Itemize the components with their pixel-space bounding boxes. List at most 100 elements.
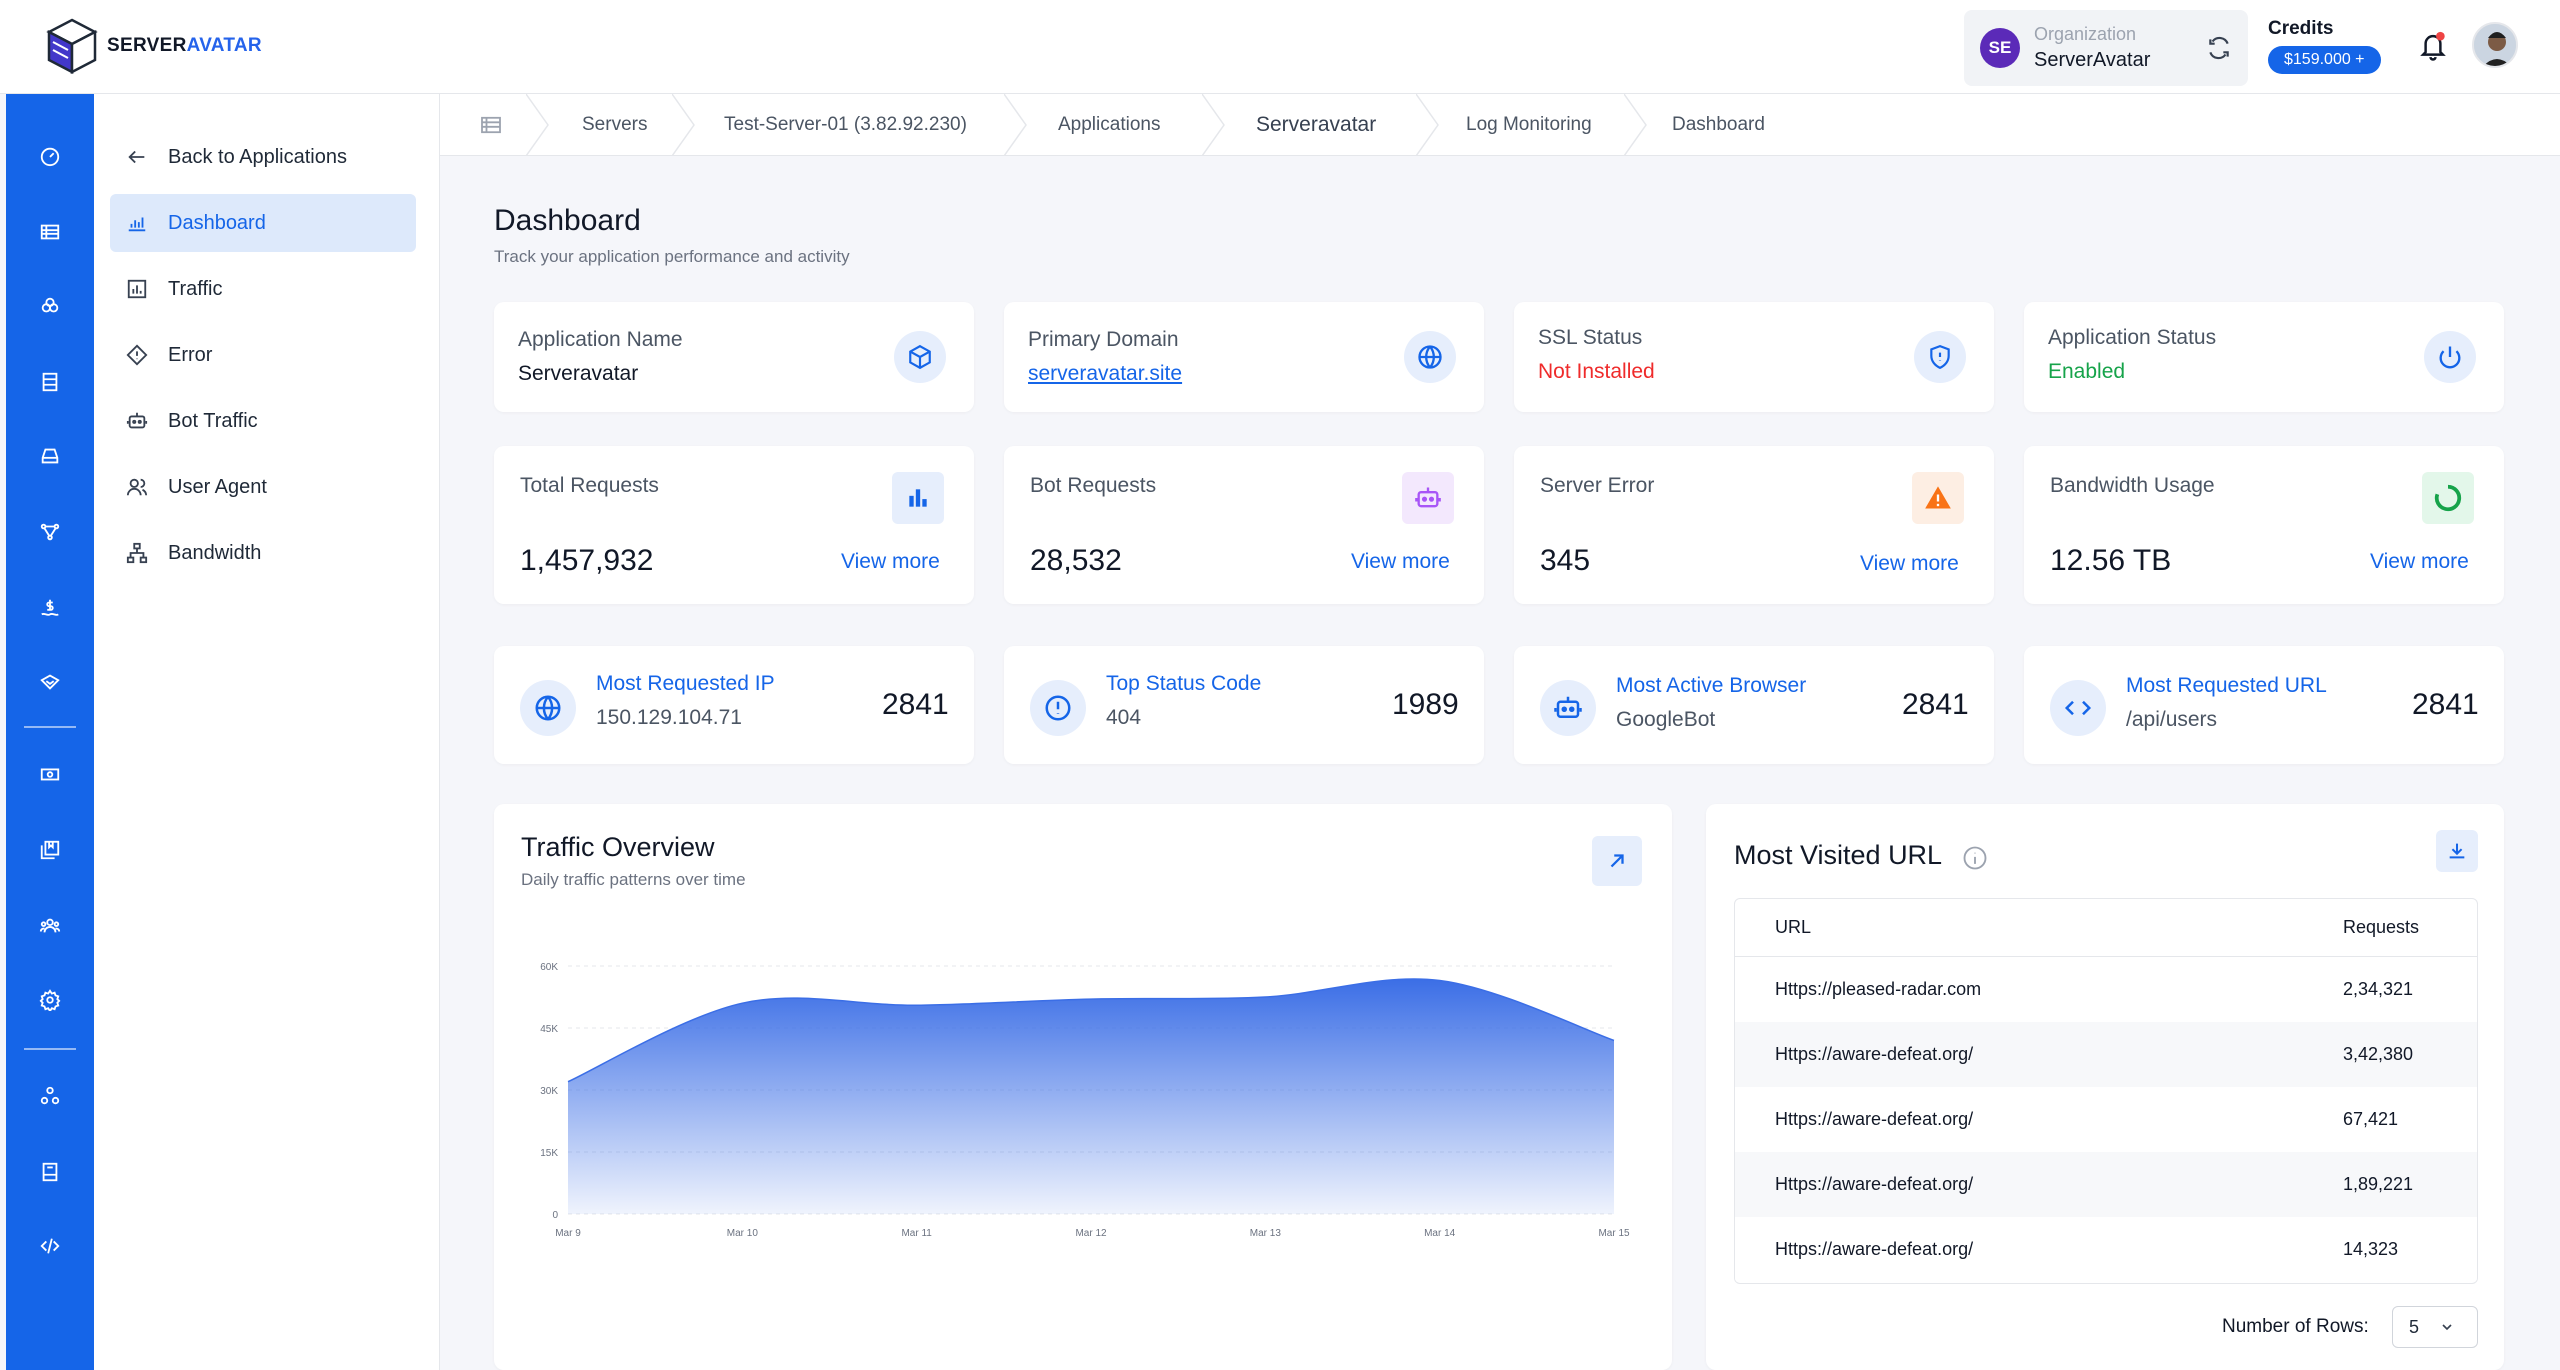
chevron-down-icon (2442, 1324, 2452, 1331)
row-url: Https://aware-defeat.org/ (1775, 1044, 1974, 1064)
top-card-label[interactable]: Top Status Code (1106, 672, 1261, 696)
domain-link[interactable]: serveravatar.site (1028, 362, 1182, 386)
rail-billing[interactable] (6, 588, 94, 628)
logo[interactable]: SERVERAVATAR (45, 18, 262, 74)
credits-button[interactable]: $159.000 + (2268, 46, 2381, 74)
rail-security[interactable] (6, 662, 94, 702)
billing-icon (41, 599, 59, 616)
bell-icon (2420, 31, 2446, 61)
sidebar-item-label: Dashboard (168, 211, 266, 234)
users-icon (126, 478, 148, 496)
card-label: Primary Domain (1028, 328, 1179, 351)
rail-integrations[interactable] (6, 1076, 94, 1116)
workflow-icon (40, 523, 60, 541)
view-more-link[interactable]: View more (841, 550, 940, 574)
sidebar-item-bandwidth[interactable]: Bandwidth (110, 524, 416, 582)
breadcrumb-application[interactable]: Serveravatar (1256, 94, 1376, 156)
urls-title: Most Visited URL (1734, 840, 1943, 870)
row-requests: 14,323 (2343, 1239, 2399, 1259)
network-icon (126, 542, 148, 564)
urls-table: URL Requests Https://pleased-radar.com 2… (1734, 898, 2478, 1284)
row-requests: 3,42,380 (2343, 1044, 2414, 1064)
top-card-label[interactable]: Most Requested URL (2126, 674, 2327, 698)
breadcrumb-separator (1416, 94, 1439, 156)
rail-books[interactable] (6, 830, 94, 870)
robot-icon (126, 412, 148, 429)
traffic-chart: 60K 45K 30K 15K 0 Mar 9 Mar 10 Mar 11 Mar 12 Mar … (540, 962, 1630, 1239)
back-label: Back to Applications (168, 145, 347, 168)
breadcrumb-servers[interactable]: Servers (582, 94, 647, 156)
rail-docs[interactable] (6, 1152, 94, 1192)
power-icon (2424, 331, 2476, 383)
x-tick-label: Mar 13 (1250, 1228, 1282, 1239)
progress-ring-icon (2422, 472, 2474, 524)
cash-icon (40, 768, 60, 781)
y-tick-label: 30K (540, 1086, 558, 1097)
top-card-value: 2841 (882, 688, 949, 721)
table-row[interactable]: Https://aware-defeat.org/ 3,42,380 (1735, 1022, 2477, 1087)
y-tick-label: 0 (552, 1210, 558, 1221)
back-to-applications[interactable]: Back to Applications (110, 128, 416, 186)
info-icon[interactable] (1961, 844, 1989, 872)
view-more-link[interactable]: View more (1351, 550, 1450, 574)
top-card-label[interactable]: Most Active Browser (1616, 674, 1806, 698)
view-more-link[interactable]: View more (1860, 552, 1959, 576)
sidebar-item-user-agent[interactable]: User Agent (110, 458, 416, 516)
breadcrumb-current: Dashboard (1672, 114, 1765, 135)
y-tick-label: 60K (540, 962, 558, 973)
top-card-sub: GoogleBot (1616, 708, 1716, 731)
top-card-value: 2841 (1902, 688, 1969, 721)
table-row[interactable]: Https://aware-defeat.org/ 1,89,221 (1735, 1152, 2477, 1217)
expand-button[interactable] (1592, 836, 1642, 886)
top-card-status-code: Top Status Code 404 1989 (1004, 646, 1484, 764)
breadcrumb: Servers Test-Server-01 (3.82.92.230) App… (440, 94, 2560, 156)
table-row[interactable]: Https://aware-defeat.org/ 67,421 (1735, 1087, 2477, 1152)
breadcrumb-server[interactable]: Test-Server-01 (3.82.92.230) (724, 94, 967, 156)
sidebar-item-label: Error (168, 343, 213, 366)
books-icon (40, 840, 60, 860)
chart-icon (128, 217, 146, 232)
sidebar-item-label: Bot Traffic (168, 409, 258, 432)
organization-switcher[interactable]: SE Organization ServerAvatar (1964, 10, 2248, 86)
sidebar-item-traffic[interactable]: Traffic (110, 260, 416, 318)
cube-icon (894, 331, 946, 383)
breadcrumb-applications[interactable]: Applications (1058, 94, 1160, 156)
arrow-up-right-icon (1610, 854, 1624, 868)
info-card-app-name: Application Name Serveravatar (494, 302, 974, 412)
notification-button[interactable] (2418, 30, 2448, 67)
breadcrumb-home[interactable] (480, 94, 502, 156)
top-card-label[interactable]: Most Requested IP (596, 672, 775, 696)
sidebar-item-error[interactable]: Error (110, 326, 416, 384)
sidebar-item-dashboard[interactable]: Dashboard (110, 194, 416, 252)
row-url: Https://aware-defeat.org/ (1775, 1109, 1974, 1129)
rail-workflow[interactable] (6, 512, 94, 552)
sidebar-item-label: Traffic (168, 277, 223, 300)
rail-team[interactable] (6, 906, 94, 946)
view-more-link[interactable]: View more (2370, 550, 2469, 574)
card-label: Bot Requests (1030, 474, 1157, 497)
rail-cloud[interactable] (6, 286, 94, 326)
breadcrumb-log-monitoring[interactable]: Log Monitoring (1466, 94, 1592, 156)
rail-dashboard[interactable] (6, 136, 94, 176)
breadcrumb-separator (1624, 94, 1647, 156)
table-row[interactable]: Https://pleased-radar.com 2,34,321 (1735, 957, 2477, 1022)
robot-icon (1540, 680, 1596, 736)
rows-select-value: 5 (2409, 1316, 2420, 1337)
table-row[interactable]: Https://aware-defeat.org/ 14,323 (1735, 1217, 2477, 1282)
info-card-domain: Primary Domain serveravatar.site (1004, 302, 1484, 412)
sidebar-item-bot-traffic[interactable]: Bot Traffic (110, 392, 416, 450)
refresh-icon[interactable] (2206, 35, 2232, 61)
rail-code[interactable] (6, 1226, 94, 1266)
code-icon (40, 1238, 60, 1254)
list-icon (42, 372, 58, 392)
rail-list[interactable] (6, 362, 94, 402)
servers-icon (40, 224, 60, 240)
rows-select[interactable]: 5 (2392, 1306, 2478, 1348)
rail-cash[interactable] (6, 754, 94, 794)
download-button[interactable] (2436, 830, 2478, 872)
storage-icon (41, 448, 59, 464)
rail-settings[interactable] (6, 980, 94, 1020)
rail-servers[interactable] (6, 212, 94, 252)
user-avatar[interactable] (2472, 22, 2518, 68)
rail-storage[interactable] (6, 436, 94, 476)
